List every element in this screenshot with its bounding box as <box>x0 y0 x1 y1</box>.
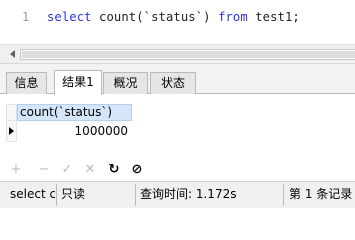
status-record-position: 第 1 条记录 <box>289 187 353 201</box>
code-table: test1; <box>247 10 300 24</box>
apply-changes-icon[interactable]: ✓ <box>60 161 74 179</box>
column-header[interactable]: count(`status`) <box>17 104 132 121</box>
status-query-time: 查询时间: 1.172s <box>140 187 237 201</box>
code-expression: count(`status`) <box>91 10 219 24</box>
status-divider <box>56 184 57 206</box>
line-number: 1 <box>22 10 30 24</box>
add-record-icon[interactable]: + <box>9 161 23 179</box>
status-read-only: 只读 <box>61 187 86 201</box>
current-row-arrow-icon <box>9 127 14 135</box>
tab-status[interactable]: 状态 <box>150 72 196 94</box>
status-sql-text: select c <box>10 187 55 201</box>
grid-toolbar <box>0 161 355 181</box>
status-divider <box>135 184 136 206</box>
tab-result1[interactable]: 结果1 <box>54 70 102 95</box>
code-line[interactable]: select count(`status`) from test1; <box>47 10 300 24</box>
sql-editor[interactable]: 1 select count(`status`) from test1; <box>0 0 355 44</box>
scrollbar-thumb[interactable] <box>22 51 355 58</box>
scroll-left-arrow-icon[interactable] <box>10 50 15 58</box>
tab-profile[interactable]: 概况 <box>103 72 148 94</box>
result-tab-bar: 信息 结果1 概况 状态 <box>0 64 355 95</box>
line-gutter <box>0 0 38 44</box>
keyword-select: select <box>47 10 92 24</box>
refresh-icon[interactable]: ↻ <box>107 161 121 179</box>
keyword-from: from <box>218 10 248 24</box>
table-cell[interactable]: 1000000 <box>17 121 132 142</box>
delete-record-icon[interactable]: − <box>37 161 51 179</box>
editor-horizontal-scrollbar[interactable] <box>0 44 355 64</box>
tab-info[interactable]: 信息 <box>6 72 47 94</box>
status-divider <box>283 184 284 206</box>
discard-changes-icon[interactable]: ✕ <box>83 161 97 179</box>
grid-corner <box>6 104 17 121</box>
stop-icon[interactable]: ⊘ <box>130 161 144 179</box>
